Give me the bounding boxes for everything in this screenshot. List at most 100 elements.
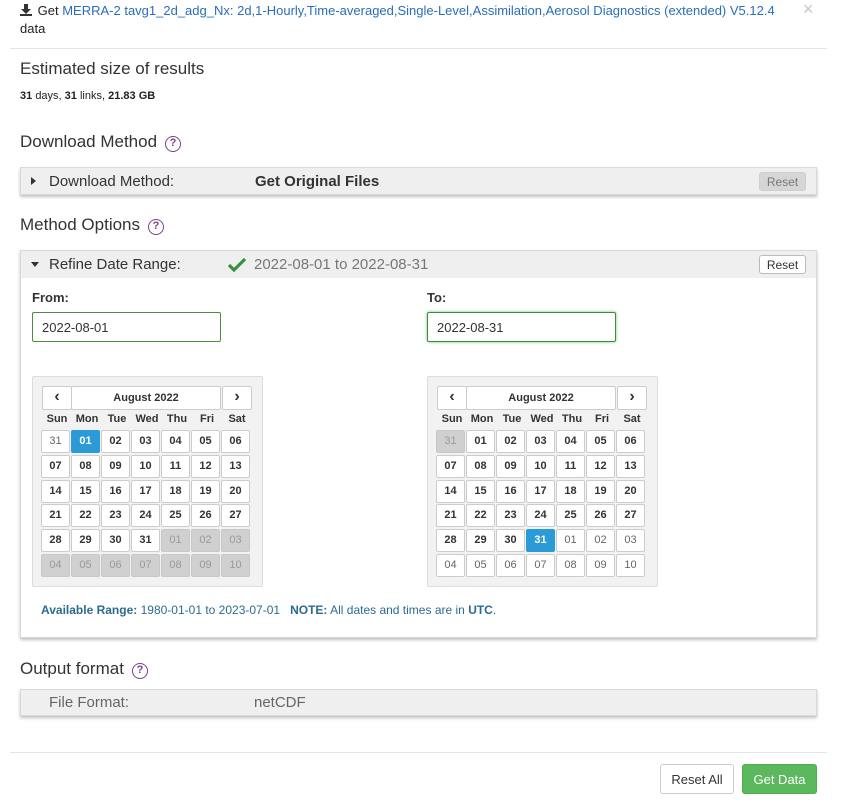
dataset-link[interactable]: MERRA-2 tavg1_2d_adg_Nx: 2d,1-Hourly,Tim… — [62, 3, 774, 18]
calendar-day[interactable]: 09 — [586, 553, 615, 577]
calendar-day[interactable]: 15 — [466, 479, 495, 503]
calendar-day[interactable]: 25 — [556, 504, 585, 528]
file-format-label: File Format: — [49, 694, 130, 711]
calendar-day[interactable]: 20 — [616, 479, 645, 503]
calendar-day[interactable]: 02 — [496, 430, 525, 453]
weekday-label: Sat — [623, 413, 641, 425]
calendar-day[interactable]: 08 — [556, 553, 585, 577]
calendar-day[interactable]: 05 — [191, 430, 220, 453]
download-method-reset-button[interactable]: Reset — [759, 172, 806, 191]
calendar-day[interactable]: 04 — [556, 430, 585, 453]
calendar-day[interactable]: 27 — [221, 504, 250, 528]
calendar-day[interactable]: 01 — [71, 430, 100, 453]
calendar-day[interactable]: 12 — [586, 454, 615, 478]
calendar-day[interactable]: 20 — [221, 479, 250, 503]
help-icon[interactable]: ? — [165, 136, 182, 152]
calendar-day[interactable]: 04 — [436, 553, 465, 577]
help-icon[interactable]: ? — [148, 219, 165, 235]
close-icon[interactable]: × — [803, 0, 814, 18]
calendar-day[interactable]: 27 — [616, 504, 645, 528]
calendar-day[interactable]: 08 — [466, 454, 495, 478]
calendar-day[interactable]: 05 — [466, 553, 495, 577]
calendar-day[interactable]: 30 — [496, 529, 525, 553]
calendar-day[interactable]: 23 — [101, 504, 130, 528]
calendar-day[interactable]: 08 — [71, 454, 100, 478]
calendar-day[interactable]: 22 — [466, 504, 495, 528]
calendar-day[interactable]: 02 — [101, 430, 130, 453]
chevron-left-icon[interactable]: ‹ — [437, 386, 467, 410]
calendar-day[interactable]: 25 — [161, 504, 190, 528]
chevron-right-icon[interactable]: › — [222, 386, 252, 410]
calendar-month-title[interactable]: August 2022 — [71, 386, 221, 410]
chevron-left-icon[interactable]: ‹ — [42, 386, 72, 410]
calendar-day[interactable]: 28 — [436, 529, 465, 553]
refine-date-reset-button[interactable]: Reset — [759, 255, 806, 274]
note-utc: UTC — [468, 603, 493, 617]
calendar-day[interactable]: 10 — [616, 553, 645, 577]
calendar-day[interactable]: 18 — [556, 479, 585, 503]
to-date-input[interactable] — [427, 312, 616, 342]
calendar-day[interactable]: 06 — [616, 430, 645, 453]
calendar-day[interactable]: 28 — [41, 529, 70, 553]
calendar-day[interactable]: 06 — [221, 430, 250, 453]
calendar-day[interactable]: 16 — [496, 479, 525, 503]
calendar-day[interactable]: 03 — [616, 529, 645, 553]
calendar-day[interactable]: 19 — [191, 479, 220, 503]
calendar-day[interactable]: 10 — [526, 454, 555, 478]
from-label: From: — [32, 290, 69, 305]
calendar-day[interactable]: 04 — [161, 430, 190, 453]
calendar-day[interactable]: 10 — [131, 454, 160, 478]
calendar-day[interactable]: 09 — [496, 454, 525, 478]
calendar-day[interactable]: 01 — [556, 529, 585, 553]
calendar-day[interactable]: 14 — [436, 479, 465, 503]
calendar-day[interactable]: 21 — [41, 504, 70, 528]
calendar-day[interactable]: 24 — [526, 504, 555, 528]
calendar-day[interactable]: 31 — [526, 529, 555, 553]
download-method-heading: Download Method — [20, 132, 158, 151]
refine-date-header[interactable]: Refine Date Range: 2022-08-01 to 2022-08… — [21, 251, 816, 278]
calendar-day[interactable]: 17 — [131, 479, 160, 503]
output-format-panel[interactable]: File Format: netCDF — [20, 689, 817, 716]
calendar-day[interactable]: 01 — [466, 430, 495, 453]
calendar-day[interactable]: 21 — [436, 504, 465, 528]
calendar-day[interactable]: 13 — [221, 454, 250, 478]
calendar-day[interactable]: 31 — [131, 529, 160, 553]
calendar-day[interactable]: 17 — [526, 479, 555, 503]
calendar-day[interactable]: 26 — [191, 504, 220, 528]
calendar-day[interactable]: 23 — [496, 504, 525, 528]
calendar-day[interactable]: 03 — [526, 430, 555, 453]
calendar-day[interactable]: 07 — [436, 454, 465, 478]
calendar-day[interactable]: 31 — [41, 430, 70, 453]
calendar-day[interactable]: 09 — [101, 454, 130, 478]
calendar-day[interactable]: 24 — [131, 504, 160, 528]
calendar-day[interactable]: 15 — [71, 479, 100, 503]
calendar-day[interactable]: 12 — [191, 454, 220, 478]
calendar-day[interactable]: 16 — [101, 479, 130, 503]
calendar-day[interactable]: 02 — [586, 529, 615, 553]
calendar-day[interactable]: 05 — [586, 430, 615, 453]
calendar-day[interactable]: 03 — [131, 430, 160, 453]
calendar-day[interactable]: 13 — [616, 454, 645, 478]
calendar-day[interactable]: 11 — [556, 454, 585, 478]
download-method-label: Download Method: — [49, 173, 175, 190]
calendar-day[interactable]: 14 — [41, 479, 70, 503]
calendar-day[interactable]: 18 — [161, 479, 190, 503]
calendar-day[interactable]: 30 — [101, 529, 130, 553]
download-method-title: Download Method? — [20, 132, 182, 152]
calendar-day[interactable]: 07 — [526, 553, 555, 577]
chevron-right-icon[interactable]: › — [617, 386, 647, 410]
calendar-day[interactable]: 22 — [71, 504, 100, 528]
get-data-button[interactable]: Get Data — [742, 764, 817, 794]
calendar-day[interactable]: 26 — [586, 504, 615, 528]
calendar-day[interactable]: 29 — [71, 529, 100, 553]
calendar-day[interactable]: 07 — [41, 454, 70, 478]
calendar-day[interactable]: 29 — [466, 529, 495, 553]
calendar-day[interactable]: 06 — [496, 553, 525, 577]
help-icon[interactable]: ? — [131, 663, 148, 679]
reset-all-button[interactable]: Reset All — [660, 764, 734, 794]
calendar-day[interactable]: 19 — [586, 479, 615, 503]
from-date-input[interactable] — [32, 312, 221, 342]
calendar-day[interactable]: 11 — [161, 454, 190, 478]
calendar-month-title[interactable]: August 2022 — [466, 386, 616, 410]
download-method-panel[interactable]: Download Method: Get Original Files Rese… — [20, 167, 817, 195]
